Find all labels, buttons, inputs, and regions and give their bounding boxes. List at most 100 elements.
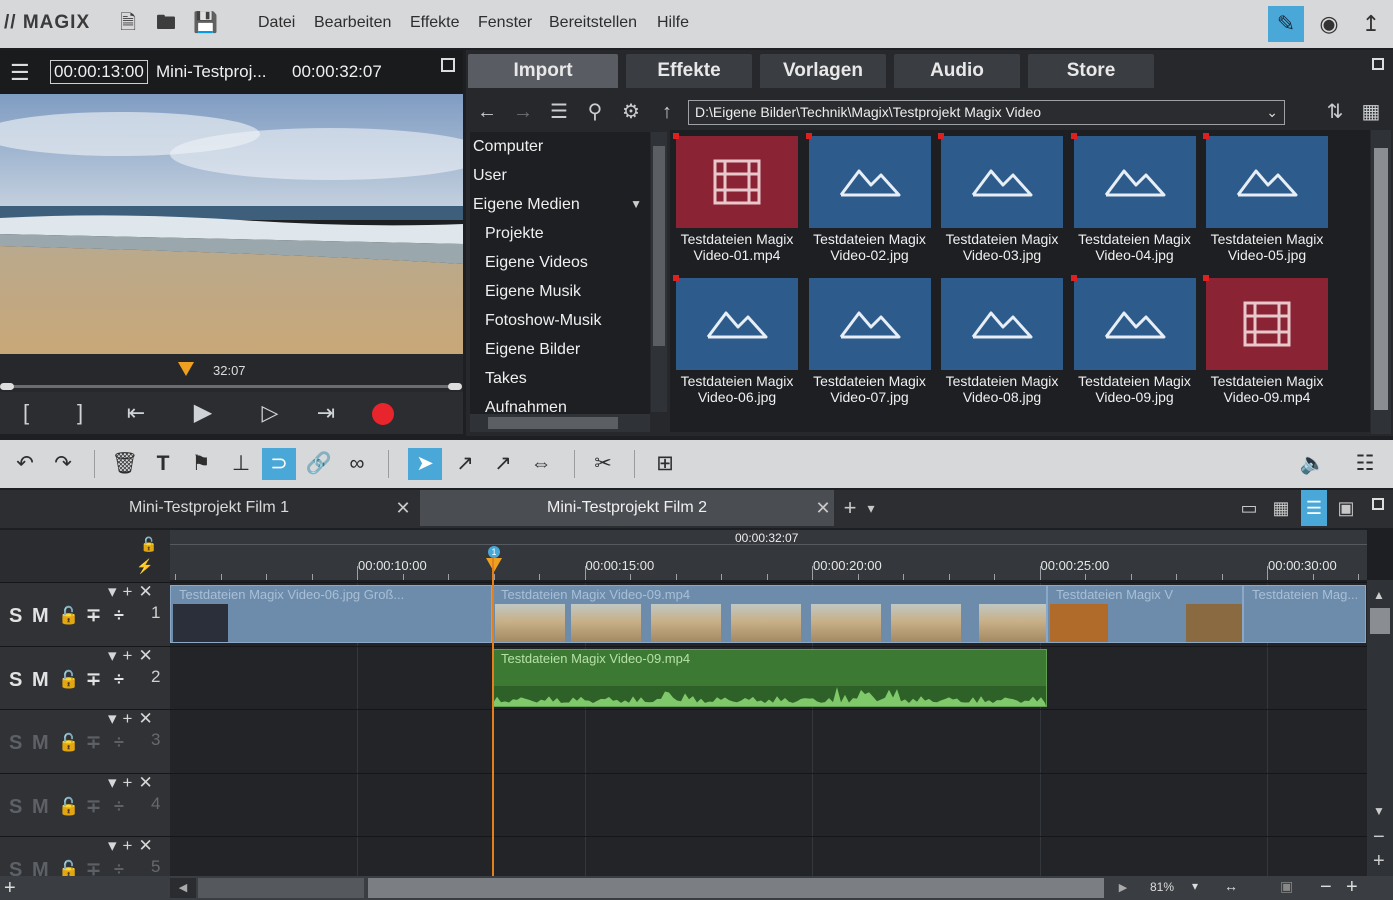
playhead-icon[interactable] <box>486 558 502 572</box>
track-lane[interactable]: Testdateien Magix Video-09.mp4 <box>170 646 1367 710</box>
folder-tree-icon[interactable]: ☰ <box>544 96 574 128</box>
menu-fenster[interactable]: Fenster <box>478 14 532 32</box>
mark-in-icon[interactable]: [ <box>6 392 46 434</box>
horizontal-scroll-track[interactable] <box>198 878 364 898</box>
tree-item[interactable]: Takes <box>470 364 650 393</box>
media-thumbnail[interactable]: Testdateien Magix Video-06.jpg <box>673 275 798 405</box>
audio-video-clip[interactable]: Testdateien Magix Video-09.mp4 <box>492 648 1047 707</box>
title-text-icon[interactable]: T <box>146 448 180 480</box>
fit-width-icon[interactable]: ↔ <box>1224 878 1238 894</box>
tab-effekte[interactable]: Effekte <box>626 54 752 88</box>
search-icon[interactable]: ⚲ <box>580 96 610 128</box>
zoom-dropdown-icon[interactable]: ▾ <box>1192 879 1198 893</box>
gear-icon[interactable]: ⚙ <box>616 96 646 128</box>
record-icon[interactable] <box>372 403 394 425</box>
grid-view-icon[interactable]: ▦ <box>1356 96 1386 128</box>
media-thumbnail[interactable]: Testdateien Magix Video-07.jpg <box>808 278 931 405</box>
split-icon[interactable]: ⊥ <box>224 448 258 480</box>
marker-flag-icon[interactable]: ⚑ <box>184 448 218 480</box>
menu-effekte[interactable]: Effekte <box>410 14 460 32</box>
media-thumbnail[interactable]: Testdateien Magix Video-01.mp4 <box>673 133 798 263</box>
tree-item[interactable]: Eigene Musik <box>470 277 650 306</box>
video-clip[interactable]: Testdateien Magix V <box>1047 585 1243 643</box>
track-buttons[interactable]: ▾+✕ <box>108 836 159 856</box>
menu-bearbeiten[interactable]: Bearbeiten <box>314 14 391 32</box>
volume-fader-icon[interactable]: ∓ <box>86 732 101 753</box>
tree-item[interactable]: Eigene Bilder <box>470 335 650 364</box>
go-to-end-icon[interactable]: ⇥ <box>306 392 346 434</box>
media-thumbnail[interactable]: Testdateien Magix Video-04.jpg <box>1070 133 1196 263</box>
horizontal-scroll-thumb[interactable] <box>368 878 1104 898</box>
go-to-start-icon[interactable]: ⇤ <box>116 392 156 434</box>
overview-view-icon[interactable]: ▦ <box>1271 490 1291 526</box>
tab-dropdown-icon[interactable]: ▾ <box>861 490 881 526</box>
video-clip[interactable]: Testdateien Magix Video-06.jpg Groß... <box>170 585 492 643</box>
back-arrow-icon[interactable]: ← <box>472 96 502 128</box>
media-thumbnail[interactable]: Testdateien Magix Video-02.jpg <box>805 133 931 263</box>
volume-fader-icon[interactable]: ∓ <box>86 605 101 626</box>
scroll-left-icon[interactable]: ◀ <box>170 878 196 898</box>
pan-fader-icon[interactable]: ÷ <box>114 732 124 753</box>
project-tab-1[interactable]: Mini-Testprojekt Film 1 <box>0 490 418 526</box>
tree-item[interactable]: Eigene Medien ▼ <box>470 190 650 219</box>
pan-fader-icon[interactable]: ÷ <box>114 796 124 817</box>
media-thumbnail[interactable]: Testdateien Magix Video-05.jpg <box>1203 133 1328 263</box>
timeline-view-icon[interactable]: ☰ <box>1301 490 1327 526</box>
up-folder-icon[interactable]: ↑ <box>652 96 682 128</box>
volume-fader-icon[interactable]: ∓ <box>86 796 101 817</box>
tab-audio[interactable]: Audio <box>894 54 1020 88</box>
video-clip[interactable]: Testdateien Mag... <box>1243 585 1366 643</box>
zoom-in-icon[interactable]: + <box>1346 876 1358 899</box>
zoom-out-icon[interactable]: − <box>1320 876 1332 899</box>
solo-button[interactable]: S <box>9 732 22 755</box>
zoom-out-track-icon[interactable]: − <box>1373 826 1385 849</box>
zoom-level[interactable]: 81% <box>1150 880 1174 894</box>
save-icon[interactable]: 💾 <box>193 11 218 35</box>
pointer-all-tracks-icon[interactable]: ↗ <box>486 448 520 480</box>
pan-fader-icon[interactable]: ÷ <box>114 669 124 690</box>
lock-icon[interactable]: 🔓 <box>58 670 79 690</box>
menu-datei[interactable]: Datei <box>258 14 295 32</box>
preview-scrub-ruler[interactable]: 32:07 <box>0 354 463 380</box>
lock-icon[interactable]: 🔓 <box>58 733 79 753</box>
tab-import[interactable]: Import <box>468 54 618 88</box>
tree-item[interactable]: User <box>470 161 650 190</box>
hamburger-menu-icon[interactable]: ☰ <box>10 60 30 86</box>
media-thumbnail[interactable]: Testdateien Magix Video-09.jpg <box>1070 275 1196 405</box>
video-clip[interactable]: Testdateien Magix Video-09.mp4 <box>492 585 1047 643</box>
track-buttons[interactable]: ▾+✕ <box>108 773 159 793</box>
mute-button[interactable]: M <box>32 605 49 628</box>
mark-out-icon[interactable]: ] <box>60 392 100 434</box>
delete-icon[interactable]: 🗑 <box>108 448 142 480</box>
maximize-pool-icon[interactable] <box>1372 58 1384 70</box>
scroll-right-icon[interactable]: ▶ <box>1110 878 1136 898</box>
range-end-handle[interactable] <box>448 383 462 390</box>
solo-button[interactable]: S <box>9 605 22 628</box>
position-timecode[interactable]: 00:00:13:00 <box>50 60 148 84</box>
add-tab-icon[interactable]: + <box>840 490 860 526</box>
mute-button[interactable]: M <box>32 732 49 755</box>
tree-horizontal-scrollbar[interactable] <box>470 414 650 432</box>
track-lane[interactable] <box>170 710 1367 773</box>
menu-bereitstellen[interactable]: Bereitstellen <box>549 14 637 32</box>
play-icon[interactable]: ▶ <box>183 392 223 434</box>
volume-icon[interactable]: 🔈 <box>1296 448 1330 480</box>
grid-scrollbar[interactable] <box>1371 130 1391 434</box>
forward-arrow-icon[interactable]: → <box>508 96 538 128</box>
track-buttons[interactable]: ▾+✕ <box>108 709 159 729</box>
volume-fader-icon[interactable]: ∓ <box>86 669 101 690</box>
unlink-icon[interactable]: ∞ <box>340 448 374 480</box>
preview-range-bar[interactable] <box>0 380 463 392</box>
close-tab-2-icon[interactable]: ✕ <box>813 490 833 526</box>
tab-vorlagen[interactable]: Vorlagen <box>760 54 886 88</box>
tree-item[interactable]: Computer <box>470 132 650 161</box>
solo-button[interactable]: S <box>9 796 22 819</box>
lock-all-icon[interactable]: 🔓 <box>140 536 157 553</box>
storyboard-view-icon[interactable]: ▭ <box>1239 490 1259 526</box>
zoom-in-track-icon[interactable]: + <box>1373 850 1385 873</box>
track-lane[interactable]: Testdateien Magix Video-06.jpg Groß... Te… <box>170 583 1367 646</box>
open-folder-icon[interactable]: 🖿 <box>155 11 177 35</box>
range-start-handle[interactable] <box>0 383 14 390</box>
playhead-marker-icon[interactable] <box>178 362 194 376</box>
path-field[interactable]: D:\Eigene Bilder\Technik\Magix\Testproje… <box>688 100 1285 125</box>
